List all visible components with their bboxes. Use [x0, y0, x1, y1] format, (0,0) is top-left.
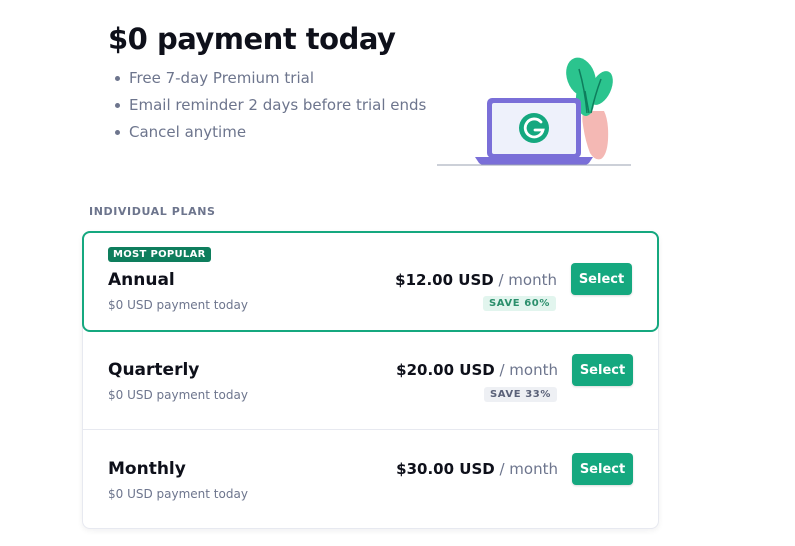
benefit-item: Cancel anytime — [112, 121, 426, 148]
plan-subtitle: $0 USD payment today — [108, 388, 248, 402]
price-period: / month — [498, 271, 557, 289]
plan-price: $30.00 USD / month — [396, 460, 558, 478]
benefit-text: Email reminder 2 days before trial ends — [129, 96, 427, 114]
plan-card-quarterly: Quarterly $0 USD payment today $20.00 US… — [83, 329, 658, 430]
benefit-text: Free 7-day Premium trial — [129, 69, 315, 87]
page-title: $0 payment today — [108, 22, 396, 56]
benefit-item: Free 7-day Premium trial — [112, 67, 426, 94]
laptop-plant-illustration — [437, 57, 631, 166]
bullet-icon — [115, 103, 120, 108]
select-quarterly-button[interactable]: Select — [572, 354, 633, 386]
section-label: INDIVIDUAL PLANS — [89, 205, 216, 218]
price-period: / month — [499, 460, 558, 478]
price-amount: $12.00 USD — [395, 271, 494, 289]
plan-card-monthly: Monthly $0 USD payment today $30.00 USD … — [83, 430, 658, 528]
plan-name: Quarterly — [108, 360, 200, 380]
price-amount: $30.00 USD — [396, 460, 495, 478]
plans-list: MOST POPULAR Annual $0 USD payment today… — [82, 231, 659, 529]
select-monthly-button[interactable]: Select — [572, 453, 633, 485]
save-badge: SAVE 60% — [482, 296, 556, 311]
plan-name: Monthly — [108, 459, 186, 479]
benefits-list: Free 7-day Premium trial Email reminder … — [112, 67, 426, 148]
benefit-item: Email reminder 2 days before trial ends — [112, 94, 426, 121]
benefit-text: Cancel anytime — [129, 123, 247, 141]
most-popular-badge: MOST POPULAR — [108, 247, 211, 262]
plan-price: $20.00 USD / month — [396, 361, 558, 379]
select-annual-button[interactable]: Select — [571, 263, 632, 295]
plan-name: Annual — [108, 270, 175, 290]
plan-subtitle: $0 USD payment today — [108, 298, 248, 312]
plan-price: $12.00 USD / month — [395, 271, 557, 289]
bullet-icon — [115, 76, 120, 81]
price-period: / month — [499, 361, 558, 379]
price-amount: $20.00 USD — [396, 361, 495, 379]
bullet-icon — [115, 130, 120, 135]
plan-card-annual: MOST POPULAR Annual $0 USD payment today… — [82, 231, 659, 332]
save-badge: SAVE 33% — [483, 387, 557, 402]
plan-subtitle: $0 USD payment today — [108, 487, 248, 501]
